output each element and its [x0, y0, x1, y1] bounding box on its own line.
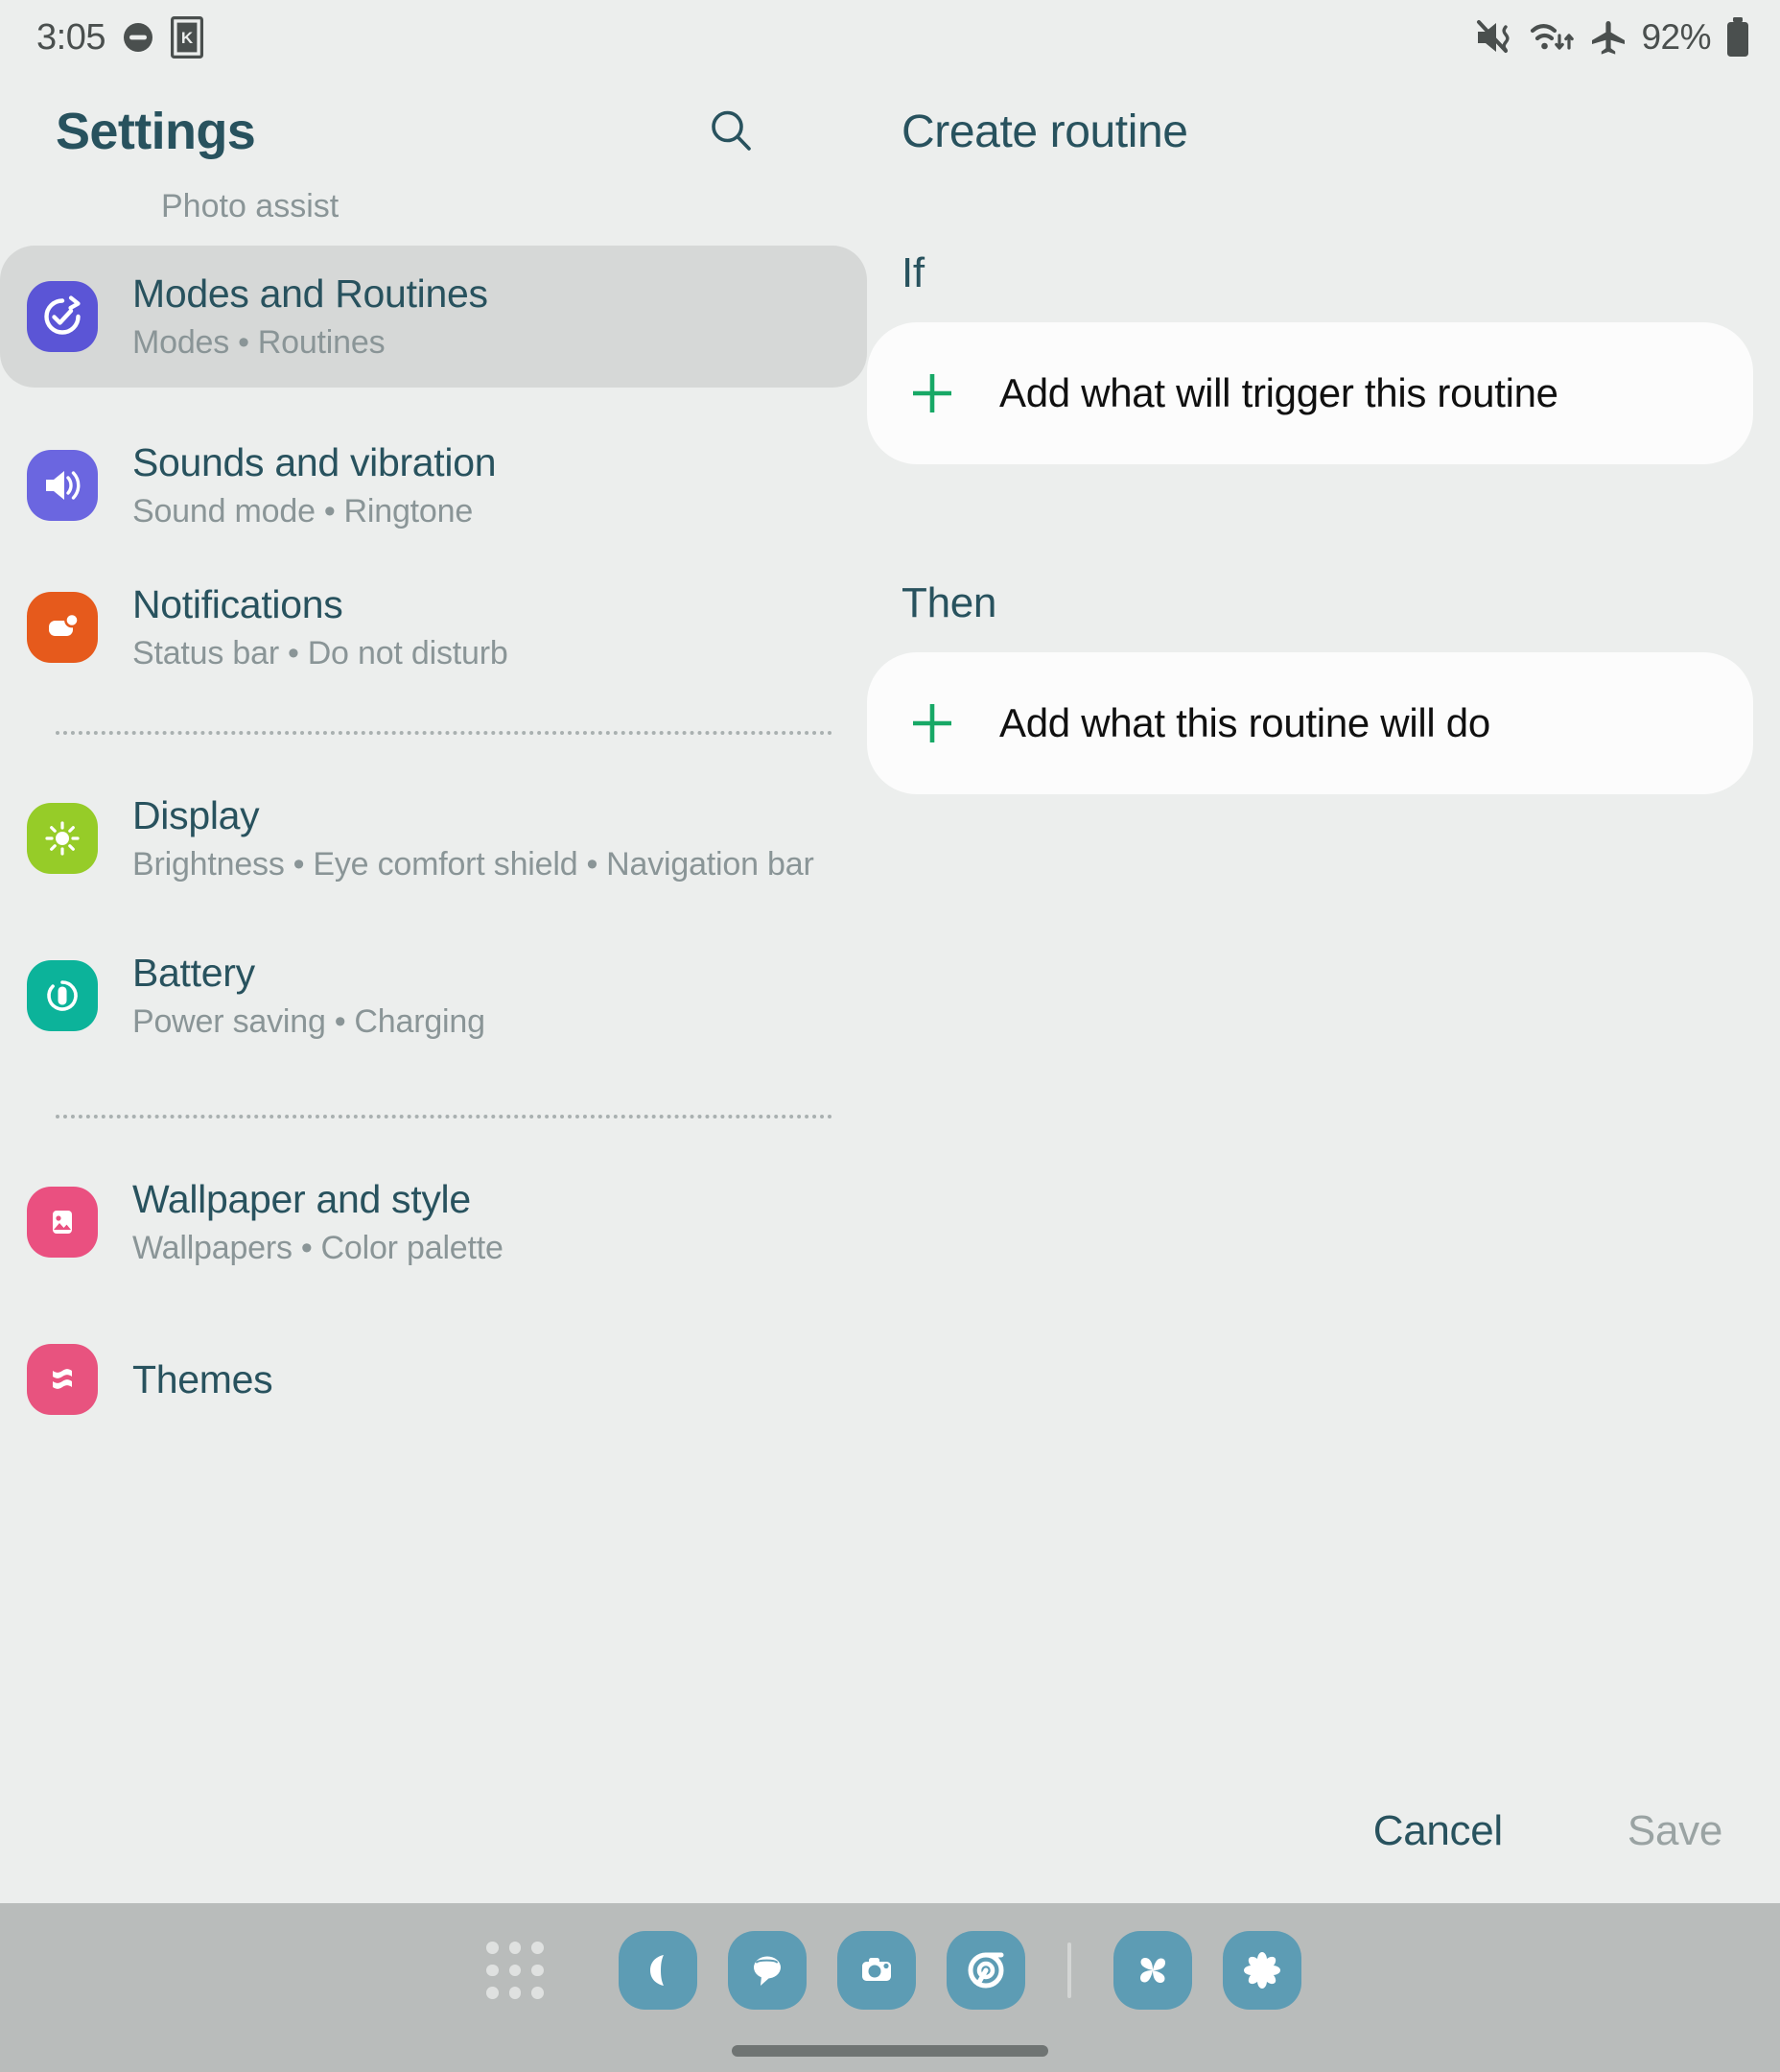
sidebar-item-modes-and-routines[interactable]: Modes and Routines Modes • Routines	[0, 246, 867, 388]
sidebar-item-subtitle: Modes • Routines	[132, 323, 386, 361]
messages-app-icon[interactable]	[728, 1931, 807, 2010]
status-bar-right: 92%	[1474, 16, 1751, 59]
camera-app-icon[interactable]	[837, 1931, 916, 2010]
sidebar-item-title: Battery	[132, 951, 255, 996]
status-bar-left: 3:05 K	[36, 16, 203, 59]
settings-sidebar: Settings Photo assist Modes and Routines…	[0, 75, 867, 1903]
battery-full-icon	[1724, 16, 1751, 59]
list-item-partial-photo-assist[interactable]: Photo assist	[0, 188, 867, 246]
notification-bubble-icon	[27, 592, 98, 663]
battery-percentage: 92%	[1641, 17, 1711, 57]
sidebar-item-subtitle: Brightness • Eye comfort shield • Navigation…	[132, 845, 814, 883]
sidebar-item-subtitle: Sound mode • Ringtone	[132, 492, 474, 530]
status-bar-clock: 3:05	[36, 16, 105, 58]
sidebar-item-text: Modes and Routines Modes • Routines	[132, 271, 838, 362]
sidebar-header: Settings	[0, 75, 867, 188]
add-trigger-label: Add what will trigger this routine	[999, 370, 1558, 416]
chrome-app-icon[interactable]	[947, 1931, 1025, 2010]
sidebar-item-battery[interactable]: Battery Power saving • Charging	[0, 925, 867, 1067]
sidebar-item-text: Sounds and vibration Sound mode • Ringtone	[132, 439, 838, 530]
sidebar-item-title: Notifications	[132, 582, 343, 627]
wifi-transfer-icon	[1530, 18, 1576, 57]
add-trigger-card[interactable]: Add what will trigger this routine	[867, 322, 1753, 464]
knox-boxed-k-icon: K	[170, 16, 203, 59]
search-icon[interactable]	[696, 96, 767, 167]
flower-app-icon[interactable]	[1223, 1931, 1301, 2010]
taskbar-divider	[1067, 1942, 1071, 1998]
detail-header: Create routine	[867, 75, 1780, 188]
modes-routines-icon	[27, 281, 98, 352]
if-section-label: If	[902, 249, 925, 296]
sidebar-item-text: Battery Power saving • Charging	[132, 950, 838, 1041]
app-grid-icon[interactable]	[479, 1934, 551, 2007]
sidebar-item-partial-label: Photo assist	[161, 188, 340, 224]
sidebar-item-title: Themes	[132, 1356, 273, 1401]
sidebar-item-text: Wallpaper and style Wallpapers • Color pal…	[132, 1176, 838, 1267]
sidebar-item-subtitle: Wallpapers • Color palette	[132, 1229, 504, 1266]
image-photo-icon	[27, 1187, 98, 1258]
plus-icon	[902, 693, 963, 754]
plus-icon	[902, 363, 963, 424]
then-section-label: Then	[902, 579, 997, 626]
main-content: Settings Photo assist Modes and Routines…	[0, 75, 1780, 1903]
sidebar-item-subtitle: Status bar • Do not disturb	[132, 634, 508, 671]
section-divider	[56, 731, 832, 735]
add-action-label: Add what this routine will do	[999, 700, 1490, 746]
airplane-mode-icon	[1589, 18, 1628, 57]
sidebar-item-wallpaper-and-style[interactable]: Wallpaper and style Wallpapers • Color pal…	[0, 1151, 867, 1293]
themes-icon	[27, 1344, 98, 1415]
sidebar-item-text: Themes	[132, 1356, 838, 1402]
cancel-button[interactable]: Cancel	[1373, 1807, 1503, 1855]
speaker-volume-icon	[27, 450, 98, 521]
sidebar-item-text: Display Brightness • Eye comfort shield • Na…	[132, 792, 838, 883]
page-title: Settings	[56, 103, 256, 160]
sidebar-item-subtitle: Power saving • Charging	[132, 1002, 485, 1040]
save-button[interactable]: Save	[1628, 1807, 1722, 1855]
sidebar-item-title: Display	[132, 793, 260, 838]
pinwheel-app-icon[interactable]	[1113, 1931, 1192, 2010]
mute-vibrate-icon	[1474, 18, 1516, 57]
create-routine-panel: Create routine If Add what will trigger …	[867, 75, 1780, 1903]
sun-brightness-icon	[27, 803, 98, 874]
detail-title: Create routine	[902, 106, 1188, 157]
settings-list: Photo assist Modes and Routines Modes•	[0, 188, 867, 1450]
home-indicator[interactable]	[732, 2045, 1048, 2057]
sidebar-item-themes[interactable]: Themes	[0, 1308, 867, 1450]
dnd-minus-circle-icon	[121, 20, 155, 55]
sidebar-item-notifications[interactable]: Notifications Status bar • Do not disturb	[0, 556, 867, 698]
sidebar-item-title: Modes and Routines	[132, 271, 488, 317]
taskbar-apps	[0, 1903, 1780, 2037]
battery-circle-icon	[27, 960, 98, 1031]
sidebar-item-sounds-and-vibration[interactable]: Sounds and vibration Sound mode • Ringtone	[0, 414, 867, 556]
status-bar: 3:05 K 92%	[0, 0, 1780, 75]
taskbar	[0, 1903, 1780, 2072]
svg-text:K: K	[181, 29, 194, 47]
action-bar: Cancel Save	[867, 1759, 1780, 1903]
add-action-card[interactable]: Add what this routine will do	[867, 652, 1753, 794]
sidebar-item-display[interactable]: Display Brightness • Eye comfort shield • Na…	[0, 767, 867, 909]
section-divider	[56, 1115, 832, 1118]
phone-app-icon[interactable]	[619, 1931, 697, 2010]
sidebar-item-text: Notifications Status bar • Do not disturb	[132, 581, 838, 672]
sidebar-item-title: Sounds and vibration	[132, 440, 497, 485]
sidebar-item-title: Wallpaper and style	[132, 1177, 471, 1222]
